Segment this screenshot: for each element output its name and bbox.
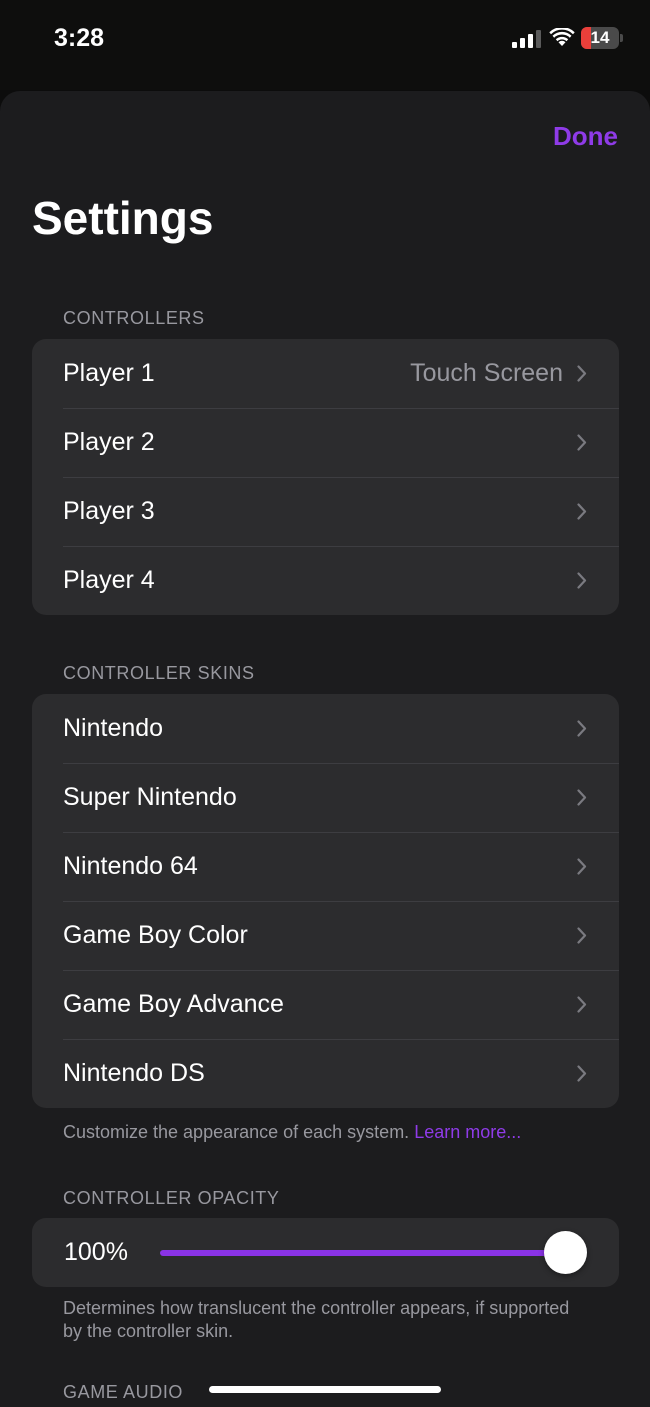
row-label: Nintendo 64 bbox=[63, 852, 198, 880]
settings-sheet: Done Settings CONTROLLERS Player 1 Touch… bbox=[0, 91, 650, 1407]
learn-more-link[interactable]: Learn more... bbox=[414, 1122, 521, 1142]
skin-row-nintendo-64[interactable]: Nintendo 64 bbox=[32, 832, 619, 901]
row-label: Nintendo DS bbox=[63, 1059, 205, 1087]
controller-skins-group: Nintendo Super Nintendo Nintendo 64 Game… bbox=[32, 694, 619, 1108]
row-value: Touch Screen bbox=[410, 359, 563, 387]
chevron-right-icon bbox=[577, 572, 587, 589]
cellular-signal-icon bbox=[512, 30, 541, 48]
battery-icon: 14 bbox=[581, 27, 619, 49]
status-bar: 3:28 14 bbox=[0, 0, 650, 90]
row-label: Player 4 bbox=[63, 566, 155, 594]
opacity-value: 100% bbox=[64, 1238, 128, 1266]
controller-skins-footer: Customize the appearance of each system.… bbox=[63, 1121, 583, 1144]
chevron-right-icon bbox=[577, 996, 587, 1013]
chevron-right-icon bbox=[577, 927, 587, 944]
chevron-right-icon bbox=[577, 720, 587, 737]
skin-row-game-boy-advance[interactable]: Game Boy Advance bbox=[32, 970, 619, 1039]
controller-row-player-2[interactable]: Player 2 bbox=[32, 408, 619, 477]
section-header-controllers: CONTROLLERS bbox=[63, 308, 205, 328]
opacity-row: 100% bbox=[32, 1218, 619, 1287]
chevron-right-icon bbox=[577, 365, 587, 382]
home-indicator bbox=[209, 1386, 441, 1393]
row-label: Super Nintendo bbox=[63, 783, 237, 811]
opacity-slider-track[interactable] bbox=[160, 1250, 570, 1256]
done-button[interactable]: Done bbox=[553, 121, 618, 152]
page-title: Settings bbox=[32, 192, 214, 244]
chevron-right-icon bbox=[577, 858, 587, 875]
section-header-controller-opacity: CONTROLLER OPACITY bbox=[63, 1188, 280, 1208]
footer-text: Customize the appearance of each system. bbox=[63, 1122, 410, 1142]
row-label: Player 3 bbox=[63, 497, 155, 525]
row-label: Nintendo bbox=[63, 714, 164, 742]
battery-tip bbox=[620, 34, 623, 42]
chevron-right-icon bbox=[577, 1065, 587, 1082]
section-header-game-audio: GAME AUDIO bbox=[63, 1382, 184, 1402]
opacity-slider-thumb[interactable] bbox=[544, 1231, 587, 1274]
skin-row-nintendo[interactable]: Nintendo bbox=[32, 694, 619, 763]
chevron-right-icon bbox=[577, 789, 587, 806]
controller-opacity-group: 100% bbox=[32, 1218, 619, 1287]
battery-level: 14 bbox=[590, 28, 610, 47]
row-label: Game Boy Advance bbox=[63, 990, 284, 1018]
skin-row-game-boy-color[interactable]: Game Boy Color bbox=[32, 901, 619, 970]
row-label: Game Boy Color bbox=[63, 921, 248, 949]
controllers-group: Player 1 Touch Screen Player 2 Player 3 … bbox=[32, 339, 619, 615]
wifi-icon bbox=[549, 28, 575, 46]
controller-row-player-1[interactable]: Player 1 Touch Screen bbox=[32, 339, 619, 408]
chevron-right-icon bbox=[577, 434, 587, 451]
skin-row-super-nintendo[interactable]: Super Nintendo bbox=[32, 763, 619, 832]
section-header-controller-skins: CONTROLLER SKINS bbox=[63, 663, 255, 683]
controller-opacity-footer: Determines how translucent the controlle… bbox=[63, 1298, 570, 1341]
controller-row-player-4[interactable]: Player 4 bbox=[32, 546, 619, 615]
chevron-right-icon bbox=[577, 503, 587, 520]
row-label: Player 1 bbox=[63, 359, 155, 387]
skin-row-nintendo-ds[interactable]: Nintendo DS bbox=[32, 1039, 619, 1108]
row-label: Player 2 bbox=[63, 428, 155, 456]
status-time: 3:28 bbox=[54, 24, 105, 52]
controller-row-player-3[interactable]: Player 3 bbox=[32, 477, 619, 546]
